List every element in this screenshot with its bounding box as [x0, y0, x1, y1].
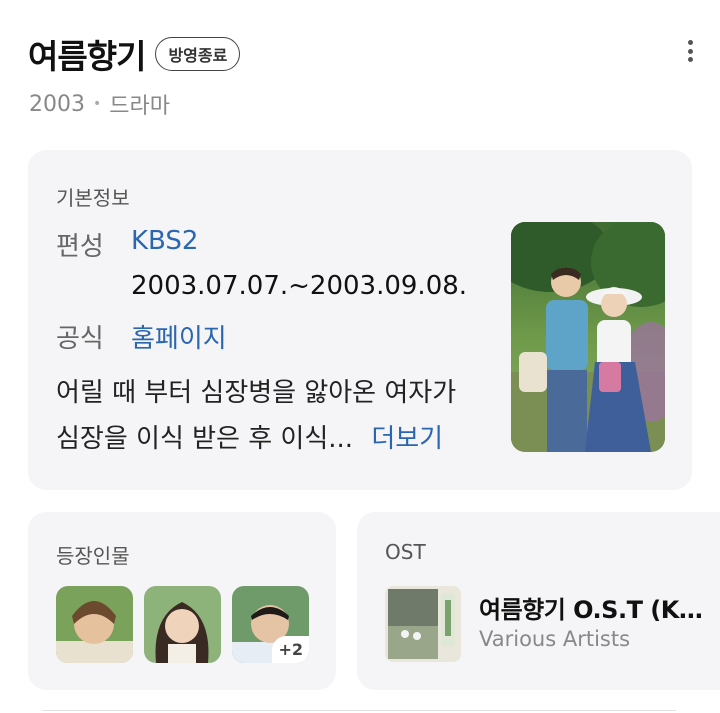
bottom-divider [42, 710, 676, 711]
more-dot [687, 40, 693, 45]
cast-heading: 등장인물 [56, 544, 130, 568]
more-link[interactable]: 더보기 [371, 424, 443, 454]
poster-illustration [511, 222, 665, 452]
synopsis-text: 심장을 이식 받은 후 이식... [56, 424, 354, 454]
network-link[interactable]: KBS2 [131, 226, 198, 256]
more-dot [687, 48, 693, 54]
genre-text: 드라마 [109, 94, 170, 119]
meta-row: 2003 • 드라마 [29, 88, 170, 120]
synopsis-line-1: 어릴 때 부터 심장병을 앓아온 여자가 [56, 378, 457, 408]
year-text: 2003 [29, 91, 85, 117]
cast-avatar-2[interactable] [144, 586, 221, 663]
basic-info-heading: 기본정보 [56, 186, 130, 210]
album-cover[interactable] [385, 586, 461, 662]
ost-artist: Various Artists [479, 627, 631, 651]
ost-card[interactable]: OST 여름향기 O.S.T (KBS ... Various Artists [357, 512, 720, 690]
basic-info-card: 기본정보 편성 KBS2 2003.07.07.~2003.09.08. 공식 … [28, 150, 692, 490]
cast-avatar-1[interactable] [56, 586, 133, 663]
more-options-icon[interactable] [680, 36, 700, 66]
official-label: 공식 [56, 324, 104, 354]
ost-heading: OST [385, 540, 426, 564]
cast-avatar-3[interactable]: +2 [232, 586, 309, 663]
avatar-illustration [56, 586, 133, 663]
synopsis: 어릴 때 부터 심장병을 앓아온 여자가 심장을 이식 받은 후 이식... 더… [56, 370, 506, 462]
synopsis-line-2: 심장을 이식 받은 후 이식... 더보기 [56, 416, 506, 462]
ost-title[interactable]: 여름향기 O.S.T (KBS ... [479, 590, 719, 625]
air-dates: 2003.07.07.~2003.09.08. [131, 271, 468, 301]
extra-cast-count[interactable]: +2 [272, 636, 309, 663]
status-badge: 방영종료 [155, 37, 241, 71]
meta-separator: • [93, 96, 102, 112]
network-label: 편성 [56, 232, 104, 262]
page-title: 여름향기 [28, 37, 146, 76]
cast-card[interactable]: 등장인물 +2 [28, 512, 336, 690]
title-row: 여름향기 방영종료 [28, 30, 241, 78]
album-illustration [385, 586, 461, 662]
avatar-illustration [144, 586, 221, 663]
homepage-link[interactable]: 홈페이지 [131, 318, 227, 355]
more-dot [687, 57, 693, 62]
poster-image[interactable] [511, 222, 665, 452]
